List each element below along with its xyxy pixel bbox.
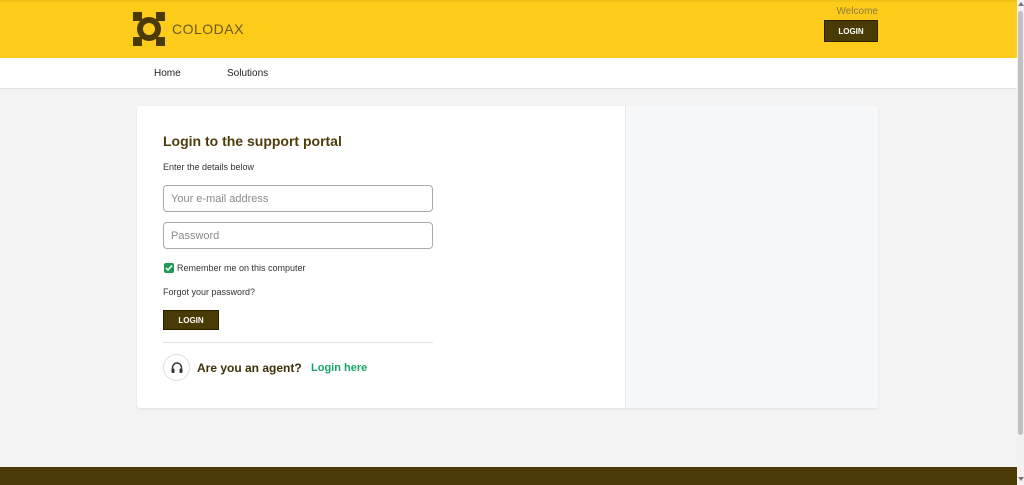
side-panel	[625, 106, 878, 408]
nav-bar: Home Solutions	[0, 58, 1017, 89]
scroll-thumb[interactable]	[1018, 11, 1023, 435]
nav-item-solutions[interactable]: Solutions	[227, 68, 268, 79]
remember-label: Remember me on this computer	[177, 263, 306, 273]
brand-name: COLODAX	[172, 21, 244, 37]
login-button[interactable]: LOGIN	[163, 310, 219, 330]
subtitle: Enter the details below	[163, 162, 255, 172]
agent-question: Are you an agent?	[197, 361, 302, 375]
footer	[0, 467, 1017, 485]
check-icon	[165, 265, 173, 272]
remember-checkbox[interactable]	[164, 263, 174, 273]
colodax-logo-icon	[133, 12, 165, 46]
header: COLODAX Welcome LOGIN	[0, 0, 1017, 58]
nav-item-home[interactable]: Home	[154, 68, 181, 79]
welcome-text: Welcome	[836, 6, 879, 17]
login-card: Login to the support portal Enter the de…	[137, 106, 878, 408]
scroll-down-icon[interactable]	[1018, 477, 1024, 481]
header-login-button[interactable]: LOGIN	[824, 20, 878, 42]
forgot-password-link[interactable]: Forgot your password?	[163, 287, 255, 297]
scroll-up-icon[interactable]	[1018, 2, 1024, 6]
divider	[163, 342, 433, 343]
password-field[interactable]	[163, 222, 433, 249]
email-field[interactable]	[163, 185, 433, 212]
scrollbar[interactable]	[1017, 0, 1024, 485]
agent-login-link[interactable]: Login here	[311, 362, 367, 374]
headset-icon	[163, 354, 190, 381]
page-title: Login to the support portal	[163, 133, 342, 149]
remember-me: Remember me on this computer	[164, 263, 306, 273]
